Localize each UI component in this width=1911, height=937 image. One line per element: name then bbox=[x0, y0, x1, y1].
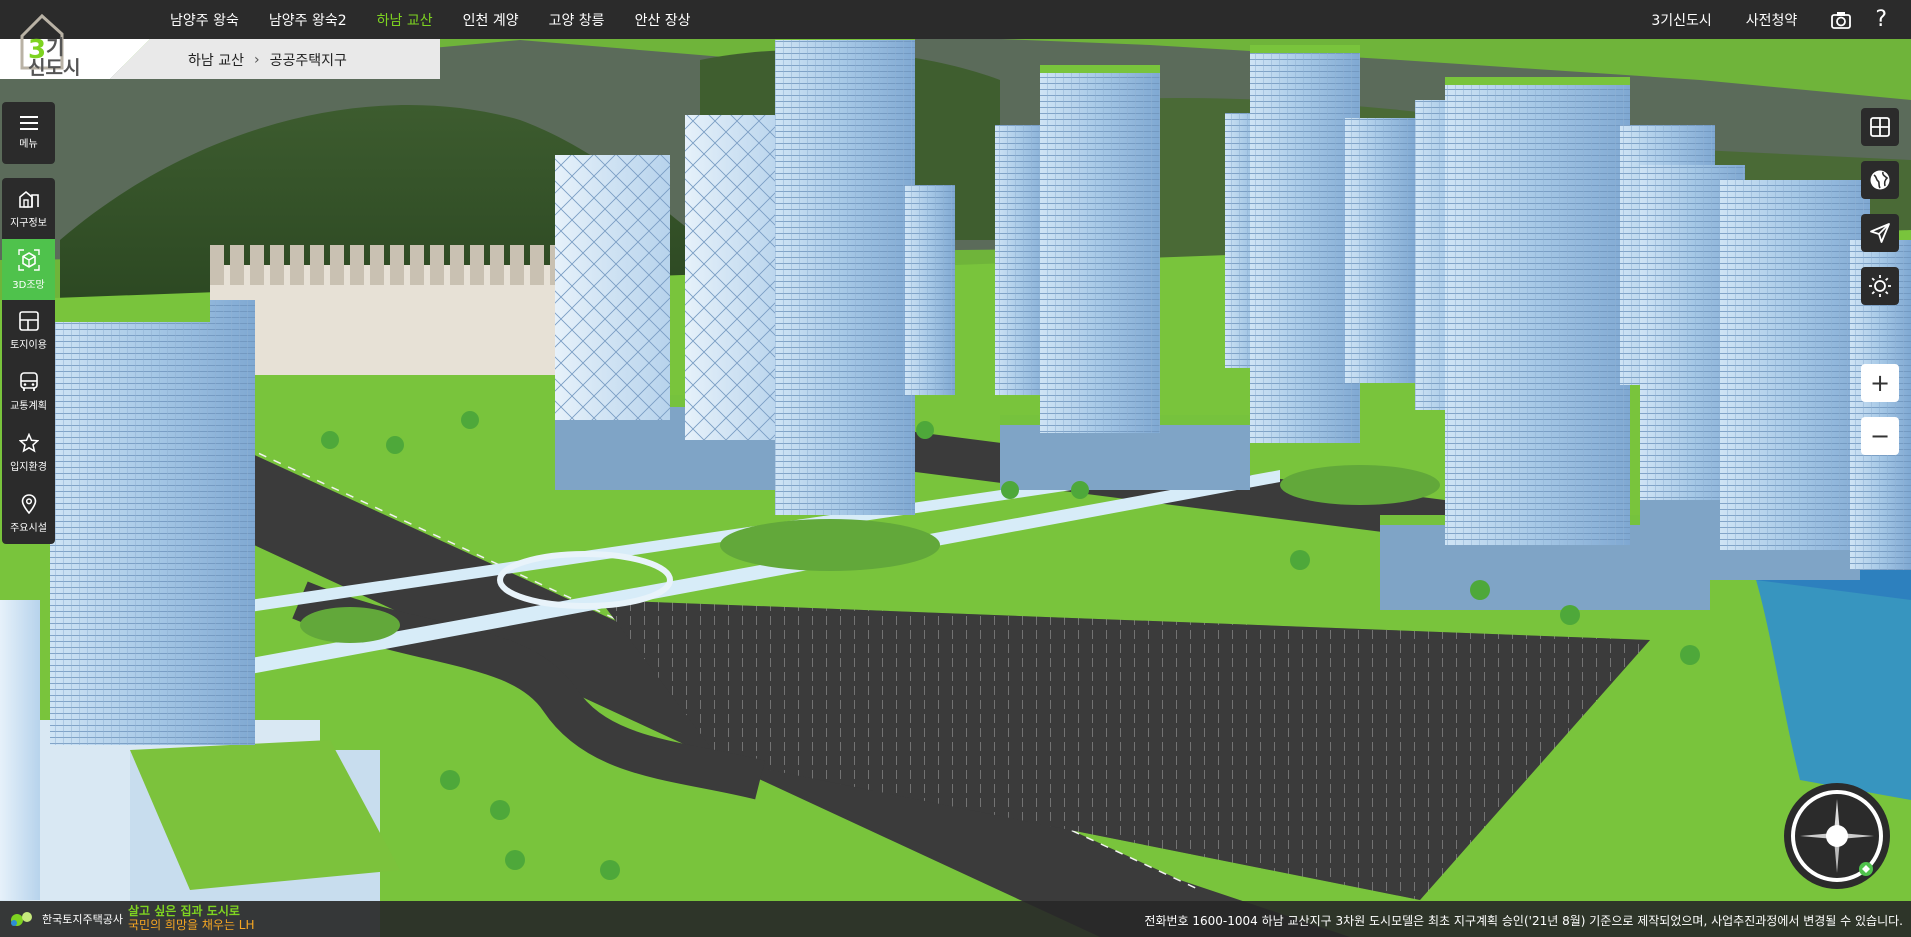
footer-notice: 전화번호 1600-1004 하남 교산지구 3차원 도시모델은 최초 지구계획… bbox=[1144, 914, 1903, 928]
lighting-button[interactable] bbox=[1861, 267, 1899, 305]
layers-grid-icon bbox=[1870, 117, 1890, 137]
link-pre-subscription[interactable]: 사전청약 bbox=[1746, 10, 1798, 30]
sidebar-item-location-env[interactable]: 입지환경 bbox=[2, 422, 55, 483]
nav-namyangju-wangsuk2[interactable]: 남양주 왕숙2 bbox=[269, 10, 347, 30]
nav-incheon-gyeyang[interactable]: 인천 계양 bbox=[463, 10, 519, 30]
menu-button[interactable]: 메뉴 bbox=[2, 102, 55, 164]
land-use-grid-icon bbox=[18, 310, 39, 331]
sidebar-item-label: 토지이용 bbox=[10, 339, 47, 351]
sidebar-item-district-info[interactable]: 지구정보 bbox=[2, 178, 55, 239]
map-pin-icon bbox=[21, 493, 36, 514]
star-icon bbox=[18, 432, 39, 453]
district-building-icon bbox=[18, 190, 39, 208]
nav-ansan-jangsang[interactable]: 안산 장상 bbox=[635, 10, 691, 30]
link-3rd-new-towns[interactable]: 3기신도시 bbox=[1651, 10, 1711, 30]
sidebar-item-3d-view[interactable]: 3D조망 bbox=[2, 239, 55, 300]
3d-city-view[interactable] bbox=[0, 0, 1911, 937]
nav-namyangju-wangsuk[interactable]: 남양주 왕숙 bbox=[170, 10, 239, 30]
cube-3d-icon bbox=[17, 248, 40, 271]
right-toolbar bbox=[1861, 108, 1899, 320]
breadcrumb-city[interactable]: 하남 교산 bbox=[188, 50, 244, 70]
help-icon[interactable]: ? bbox=[1875, 7, 1887, 32]
breadcrumb-separator: › bbox=[253, 52, 260, 68]
sidebar-item-label: 지구정보 bbox=[10, 217, 47, 229]
compass-icon bbox=[1784, 783, 1890, 889]
sidebar-item-key-facilities[interactable]: 주요시설 bbox=[2, 483, 55, 544]
camera-icon[interactable] bbox=[1831, 11, 1852, 29]
logo[interactable]: 3 기 신도시 bbox=[14, 10, 104, 79]
layers-button[interactable] bbox=[1861, 108, 1899, 146]
globe-icon bbox=[1870, 170, 1890, 190]
breadcrumb-section[interactable]: 공공주택지구 bbox=[270, 50, 347, 70]
sidebar-item-label: 3D조망 bbox=[12, 279, 45, 291]
zoom-out-button[interactable]: − bbox=[1861, 417, 1899, 455]
sun-icon bbox=[1869, 275, 1891, 297]
slogan-line-1: 살고 싶은 집과 도시로 bbox=[128, 904, 240, 918]
sidebar-item-land-use[interactable]: 토지이용 bbox=[2, 300, 55, 361]
navigate-arrow-icon bbox=[1870, 223, 1890, 243]
logo-mark-icon: 3 기 신도시 bbox=[20, 13, 80, 79]
hamburger-icon bbox=[19, 116, 38, 130]
lh-org-name: 한국토지주택공사 bbox=[42, 913, 123, 926]
svg-text:기: 기 bbox=[46, 35, 64, 59]
sidebar-item-label: 교통계획 bbox=[10, 400, 47, 412]
sidebar-item-transport-plan[interactable]: 교통계획 bbox=[2, 361, 55, 422]
svg-text:신도시: 신도시 bbox=[28, 57, 80, 76]
slogan-line-2: 국민의 희망을 채우는 LH bbox=[128, 918, 255, 932]
sidebar-group: 지구정보 3D조망 토지이용 교통계획 입지환경 주요시설 bbox=[2, 178, 55, 544]
left-sidebar: 메뉴 지구정보 3D조망 토지이용 교통계획 입지환경 주요시설 bbox=[2, 102, 55, 544]
bottom-bar: 한국토지주택공사 살고 싶은 집과 도시로 국민의 희망을 채우는 LH 전화번… bbox=[0, 901, 1911, 937]
sidebar-item-label: 입지환경 bbox=[10, 461, 47, 473]
globe-button[interactable] bbox=[1861, 161, 1899, 199]
lh-logo-icon bbox=[11, 912, 32, 926]
zoom-controls: + − bbox=[1861, 364, 1899, 470]
lh-logo[interactable]: 한국토지주택공사 bbox=[10, 910, 123, 928]
menu-label: 메뉴 bbox=[19, 139, 38, 150]
zoom-in-button[interactable]: + bbox=[1861, 364, 1899, 402]
lh-slogan: 살고 싶은 집과 도시로 국민의 희망을 채우는 LH bbox=[128, 904, 255, 932]
3d-scene-graphic bbox=[0, 0, 1911, 937]
breadcrumb: 하남 교산 › 공공주택지구 bbox=[188, 50, 347, 70]
top-nav-bar: 남양주 왕숙 남양주 왕숙2 하남 교산 인천 계양 고양 창릉 안산 장상 3… bbox=[0, 0, 1911, 39]
nav-goyang-changneung[interactable]: 고양 창릉 bbox=[549, 10, 605, 30]
top-right-links: 3기신도시 사전청약 ? bbox=[1651, 0, 1911, 39]
compass[interactable] bbox=[1782, 781, 1892, 891]
navigate-button[interactable] bbox=[1861, 214, 1899, 252]
bus-icon bbox=[19, 371, 38, 391]
sidebar-item-label: 주요시설 bbox=[10, 522, 47, 534]
nav-hanam-gyosan[interactable]: 하남 교산 bbox=[377, 10, 433, 30]
district-tabs: 남양주 왕숙 남양주 왕숙2 하남 교산 인천 계양 고양 창릉 안산 장상 bbox=[170, 0, 721, 39]
